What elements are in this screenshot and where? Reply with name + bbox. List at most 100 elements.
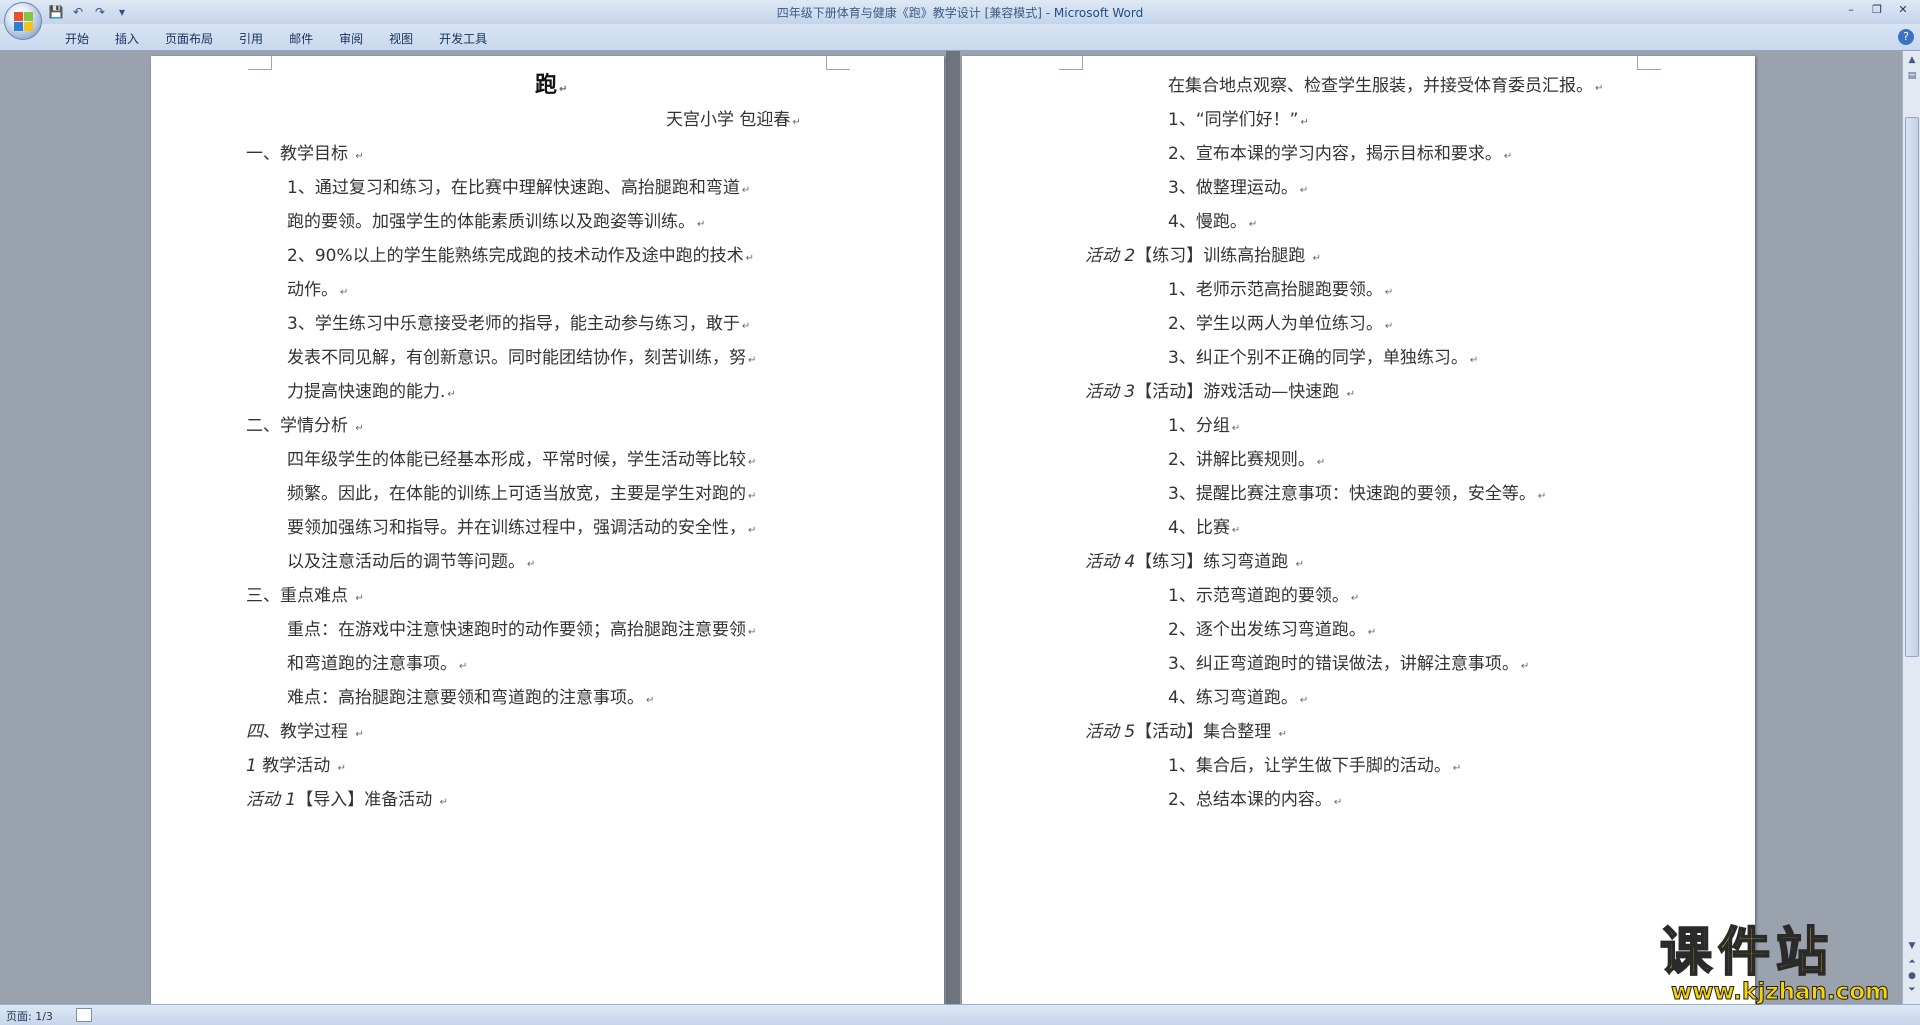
- paragraph-mark-icon: ↵: [355, 729, 364, 740]
- paragraph-mark-icon: ↵: [439, 797, 449, 808]
- paragraph-mark-icon: ↵: [1350, 593, 1360, 604]
- scrollbar-thumb[interactable]: [1905, 117, 1919, 657]
- document-line: 天宫小学 包迎春 ↵: [666, 110, 801, 133]
- document-line: 要领加强练习和指导。并在训练过程中，强调活动的安全性， ↵: [287, 518, 756, 541]
- document-page-2[interactable]: 在集合地点观察、检查学生服装，并接受体育委员汇报。 ↵ 1、“同学们好！” ↵ 2、宣布…: [962, 56, 1755, 1004]
- line-text: 要领加强练习和指导。并在训练过程中，强调活动的安全性，: [287, 518, 746, 538]
- paragraph-mark-icon: ↵: [1346, 389, 1356, 400]
- document-line: 四年级学生的体能已经基本形成，平常时候，学生活动等比较 ↵: [287, 450, 756, 473]
- document-line: 1、示范弯道跑的要领。 ↵: [1168, 586, 1359, 609]
- line-text: 重点：在游戏中注意快速跑时的动作要领；高抬腿跑注意要领: [287, 620, 746, 640]
- paragraph-mark-icon: ↵: [1333, 797, 1343, 808]
- line-text: 力提高快速跑的能力.: [287, 382, 446, 402]
- paragraph-mark-icon: ↵: [1384, 321, 1394, 332]
- document-line: 3、纠正个别不正确的同学，单独练习。 ↵: [1168, 348, 1478, 371]
- tab-page-layout[interactable]: 页面布局: [152, 30, 226, 47]
- paragraph-mark-icon: ↵: [1299, 185, 1309, 196]
- scroll-up-icon[interactable]: ▲: [1905, 53, 1919, 67]
- line-text: 、教学过程: [263, 722, 354, 742]
- document-line: 在集合地点观察、检查学生服装，并接受体育委员汇报。 ↵: [1168, 76, 1603, 99]
- proofing-status-icon[interactable]: [76, 1008, 92, 1022]
- margin-corner-mark: [1637, 56, 1661, 70]
- italic-label: 活动 2: [1085, 246, 1136, 266]
- paragraph-mark-icon: ↵: [1367, 627, 1377, 638]
- app-name: Microsoft Word: [1053, 6, 1144, 20]
- document-line: 二、学情分析 ↵: [246, 416, 364, 439]
- line-text: 2、学生以两人为单位练习。: [1168, 314, 1383, 334]
- document-line: 动作。 ↵: [287, 280, 348, 303]
- line-text: 1、分组: [1168, 416, 1230, 436]
- document-line: 1、“同学们好！” ↵: [1168, 110, 1309, 133]
- line-text: 1、“同学们好！”: [1168, 110, 1299, 130]
- window-title: 四年级下册体育与健康《跑》教学设计 [兼容模式] - Microsoft Wor…: [0, 4, 1920, 21]
- tab-home[interactable]: 开始: [52, 30, 102, 47]
- next-page-icon[interactable]: ⏷: [1905, 983, 1919, 997]
- paragraph-mark-icon: ↵: [1295, 559, 1305, 570]
- tab-view[interactable]: 视图: [376, 30, 426, 47]
- italic-label: 活动 3: [1085, 382, 1136, 402]
- document-line: 4、练习弯道跑。 ↵: [1168, 688, 1308, 711]
- document-line: 活动 2【练习】训练高抬腿跑 ↵: [1085, 246, 1321, 269]
- document-line: 活动 5【活动】集合整理 ↵: [1085, 722, 1287, 745]
- watermark-url: www.kjzhan.com: [1671, 979, 1890, 1006]
- page-count[interactable]: 页面: 1/3: [6, 1008, 53, 1024]
- tab-references[interactable]: 引用: [226, 30, 276, 47]
- line-text: 四年级学生的体能已经基本形成，平常时候，学生活动等比较: [287, 450, 746, 470]
- paragraph-mark-icon: ↵: [1248, 219, 1258, 230]
- close-button[interactable]: ✕: [1892, 2, 1914, 18]
- line-text: 【活动】集合整理: [1135, 722, 1277, 742]
- document-line: 活动 4【练习】练习弯道跑 ↵: [1085, 552, 1304, 575]
- tab-review[interactable]: 审阅: [326, 30, 376, 47]
- paragraph-mark-icon: ↵: [527, 559, 536, 570]
- paragraph-mark-icon: ↵: [459, 661, 468, 672]
- document-line: 以及注意活动后的调节等问题。 ↵: [287, 552, 535, 575]
- minimize-button[interactable]: –: [1840, 2, 1862, 18]
- scroll-down-icon[interactable]: ▼: [1905, 939, 1919, 953]
- status-bar: 页面: 1/3: [0, 1004, 1920, 1025]
- line-text: 【导入】准备活动: [296, 790, 438, 810]
- ruler-toggle-icon[interactable]: ▤: [1905, 69, 1919, 83]
- restore-button[interactable]: ❐: [1866, 2, 1888, 18]
- ribbon-tabs: 开始 插入 页面布局 引用 邮件 审阅 视图 开发工具: [52, 30, 500, 47]
- tab-developer[interactable]: 开发工具: [426, 30, 500, 47]
- document-line: 2、总结本课的内容。 ↵: [1168, 790, 1342, 813]
- margin-corner-mark: [1059, 56, 1083, 70]
- previous-page-icon[interactable]: ⏶: [1905, 955, 1919, 969]
- document-line: 2、逐个出发练习弯道跑。 ↵: [1168, 620, 1376, 643]
- paragraph-mark-icon: ↵: [340, 287, 349, 298]
- line-text: 2、讲解比赛规则。: [1168, 450, 1315, 470]
- ribbon: 开始 插入 页面布局 引用 邮件 审阅 视图 开发工具 ?: [0, 24, 1920, 51]
- document-line: 4、比赛 ↵: [1168, 518, 1240, 541]
- paragraph-mark-icon: ↵: [1503, 151, 1513, 162]
- paragraph-mark-icon: ↵: [1469, 355, 1479, 366]
- line-text: 4、练习弯道跑。: [1168, 688, 1298, 708]
- document-line: 难点：高抬腿跑注意要领和弯道跑的注意事项。 ↵: [287, 688, 654, 711]
- line-text: 动作。: [287, 280, 338, 300]
- paragraph-mark-icon: ↵: [1452, 763, 1462, 774]
- document-line: 3、学生练习中乐意接受老师的指导，能主动参与练习，敢于 ↵: [287, 314, 750, 337]
- document-line: 和弯道跑的注意事项。 ↵: [287, 654, 467, 677]
- help-icon[interactable]: ?: [1898, 29, 1914, 45]
- margin-corner-mark: [826, 56, 850, 70]
- document-line: 四、教学过程 ↵: [246, 722, 364, 745]
- line-text: 3、纠正个别不正确的同学，单独练习。: [1168, 348, 1468, 368]
- line-text: 1、通过复习和练习，在比赛中理解快速跑、高抬腿跑和弯道: [287, 178, 740, 198]
- paragraph-mark-icon: ↵: [559, 84, 568, 95]
- document-line: 力提高快速跑的能力. ↵: [287, 382, 456, 405]
- italic-label: 活动 4: [1085, 552, 1136, 572]
- line-text: 3、纠正弯道跑时的错误做法，讲解注意事项。: [1168, 654, 1519, 674]
- office-button[interactable]: [4, 2, 42, 40]
- tab-mailings[interactable]: 邮件: [276, 30, 326, 47]
- line-text: 2、宣布本课的学习内容，揭示目标和要求。: [1168, 144, 1502, 164]
- line-text: 教学活动: [262, 756, 336, 776]
- vertical-scrollbar[interactable]: ▲ ▤ ▼ ⏶ ● ⏷: [1902, 51, 1920, 1004]
- select-browse-object-icon[interactable]: ●: [1905, 969, 1919, 983]
- document-page-1[interactable]: 跑 ↵ 天宫小学 包迎春 ↵ 一、教学目标 ↵ 1、通过复习和练习，在比赛中理解快速跑、高…: [151, 56, 944, 1004]
- line-text: 【练习】练习弯道跑: [1135, 552, 1294, 572]
- tab-insert[interactable]: 插入: [102, 30, 152, 47]
- page-divider: [946, 51, 960, 1004]
- watermark-name: 课件站: [1659, 923, 1835, 983]
- document-line: 1、老师示范高抬腿跑要领。 ↵: [1168, 280, 1393, 303]
- paragraph-mark-icon: ↵: [748, 525, 757, 536]
- line-text: 4、慢跑。: [1168, 212, 1247, 232]
